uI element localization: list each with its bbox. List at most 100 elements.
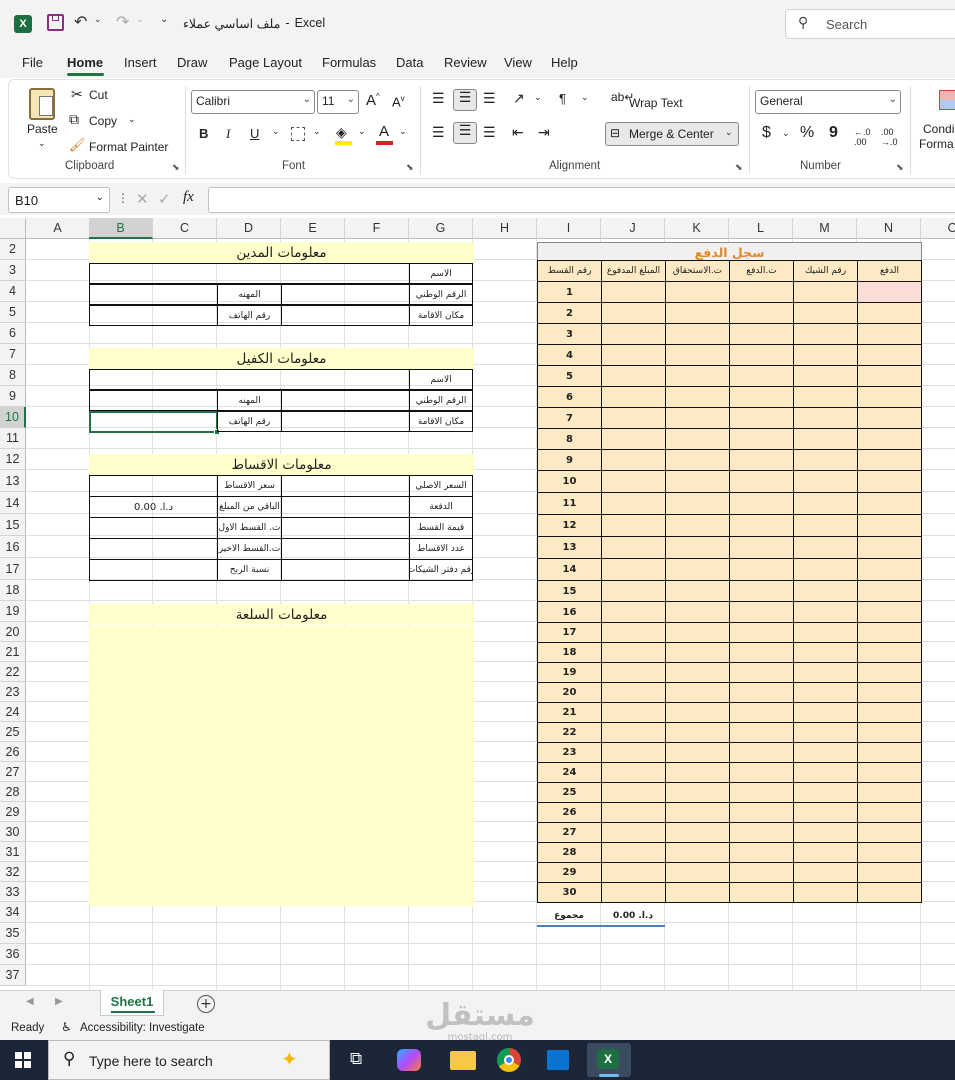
payment-cell[interactable]	[793, 514, 858, 537]
payment-cell[interactable]	[729, 281, 794, 303]
last-date-field[interactable]	[89, 538, 218, 560]
tab-file[interactable]: File	[22, 55, 43, 70]
guarantor-name-field[interactable]	[89, 369, 410, 390]
payment-cell[interactable]	[729, 323, 794, 345]
payment-cell[interactable]	[793, 702, 858, 723]
payment-cell[interactable]	[601, 344, 666, 366]
payment-cell[interactable]	[729, 862, 794, 883]
payment-cell[interactable]	[793, 428, 858, 450]
row-header-17[interactable]: 17	[0, 558, 26, 580]
search-box[interactable]: ⚲ Search	[785, 9, 955, 39]
row-header-36[interactable]: 36	[0, 944, 26, 965]
payment-cell[interactable]	[729, 622, 794, 643]
payment-cell[interactable]	[601, 802, 666, 823]
payment-cell[interactable]	[857, 782, 922, 803]
tab-draw[interactable]: Draw	[177, 55, 207, 70]
payment-cell[interactable]	[857, 802, 922, 823]
payment-cell[interactable]	[601, 514, 666, 537]
payment-cell[interactable]	[793, 622, 858, 643]
sheet-tab-sheet1[interactable]: Sheet1	[100, 990, 164, 1016]
payment-cell[interactable]	[729, 822, 794, 843]
borders-dropdown-icon[interactable]: ⌄	[313, 126, 321, 137]
align-bottom-icon[interactable]: ☰	[483, 90, 496, 107]
align-middle-icon[interactable]: ☰	[453, 89, 477, 111]
cancel-icon[interactable]: ✕	[136, 190, 149, 208]
align-top-icon[interactable]: ☰	[432, 90, 445, 107]
payment-cell[interactable]	[729, 662, 794, 683]
payment-cell[interactable]	[729, 302, 794, 324]
column-header-k[interactable]: K	[665, 218, 729, 239]
column-header-h[interactable]: H	[473, 218, 537, 239]
payment-cell[interactable]	[729, 842, 794, 863]
down-payment-field[interactable]	[281, 496, 410, 518]
payment-cell[interactable]	[793, 742, 858, 763]
payment-cell[interactable]	[729, 882, 794, 903]
row-header-8[interactable]: 8	[0, 365, 26, 386]
payment-cell[interactable]	[793, 407, 858, 429]
payment-cell[interactable]	[793, 782, 858, 803]
payment-cell[interactable]	[793, 365, 858, 387]
row-header-12[interactable]: 12	[0, 449, 26, 470]
payment-cell[interactable]	[857, 407, 922, 429]
payment-cell[interactable]	[665, 802, 730, 823]
row-header-9[interactable]: 9	[0, 386, 26, 407]
payment-cell[interactable]	[601, 842, 666, 863]
debtor-job-field[interactable]	[89, 284, 218, 305]
payment-cell[interactable]	[665, 558, 730, 581]
payment-cell[interactable]	[857, 323, 922, 345]
payment-cell[interactable]	[729, 365, 794, 387]
payment-cell[interactable]	[665, 323, 730, 345]
payment-cell[interactable]	[857, 365, 922, 387]
paste-dropdown-icon[interactable]: ⌄	[38, 138, 46, 149]
payment-cell[interactable]	[601, 762, 666, 783]
payment-cell[interactable]	[665, 386, 730, 408]
increase-font-icon[interactable]: A^	[366, 92, 380, 109]
worksheet-grid[interactable]: ABCDEFGHIJKLMNO 2 3 4 5 6 7 8 9 10 11 12 13 14 15 16 17…	[0, 218, 955, 990]
row-header-24[interactable]: 24	[0, 702, 26, 722]
column-header-j[interactable]: J	[601, 218, 665, 239]
payment-cell[interactable]	[729, 762, 794, 783]
payment-cell[interactable]	[857, 386, 922, 408]
payment-cell[interactable]	[793, 470, 858, 493]
tab-help[interactable]: Help	[551, 55, 578, 70]
row-header-14[interactable]: 14	[0, 492, 26, 514]
increase-decimal-icon[interactable]: ←.0.00	[854, 127, 871, 147]
align-right-icon[interactable]: ☰	[483, 124, 496, 141]
payment-cell[interactable]	[729, 580, 794, 602]
payment-cell[interactable]	[665, 842, 730, 863]
row-header-33[interactable]: 33	[0, 882, 26, 902]
payment-cell[interactable]	[601, 365, 666, 387]
payment-cell[interactable]	[857, 580, 922, 602]
percent-button[interactable]: %	[800, 124, 814, 142]
column-header-b[interactable]: B	[89, 218, 153, 239]
row-header-25[interactable]: 25	[0, 722, 26, 742]
row-header-15[interactable]: 15	[0, 514, 26, 536]
copy-dropdown-icon[interactable]: ⌄	[128, 114, 136, 125]
row-header-23[interactable]: 23	[0, 682, 26, 702]
task-view-icon[interactable]: ⧉	[350, 1049, 362, 1069]
payment-cell[interactable]	[665, 536, 730, 559]
payment-cell[interactable]	[665, 407, 730, 429]
name-box[interactable]: B10 ⌄	[8, 187, 110, 213]
taskbar-search-box[interactable]: ⚲ Type here to search ✦	[48, 1040, 330, 1080]
column-header-e[interactable]: E	[281, 218, 345, 239]
payment-cell[interactable]	[729, 449, 794, 471]
payment-cell[interactable]	[793, 536, 858, 559]
payment-cell[interactable]	[857, 428, 922, 450]
payment-cell[interactable]	[665, 782, 730, 803]
payment-cell[interactable]	[665, 862, 730, 883]
payment-cell[interactable]	[665, 702, 730, 723]
payment-cell[interactable]	[665, 365, 730, 387]
orientation-dropdown-icon[interactable]: ⌄	[534, 92, 542, 103]
payment-cell[interactable]	[857, 281, 922, 303]
currency-button[interactable]: $	[762, 124, 771, 142]
increase-indent-icon[interactable]: ⇥	[538, 124, 550, 141]
row-header-30[interactable]: 30	[0, 822, 26, 842]
copilot-icon[interactable]	[397, 1049, 421, 1071]
row-header-18[interactable]: 18	[0, 580, 26, 601]
payment-cell[interactable]	[601, 302, 666, 324]
payment-cell[interactable]	[857, 882, 922, 903]
guarantor-residence-field[interactable]	[281, 411, 410, 432]
original-price-field[interactable]	[281, 475, 410, 497]
payment-cell[interactable]	[665, 682, 730, 703]
